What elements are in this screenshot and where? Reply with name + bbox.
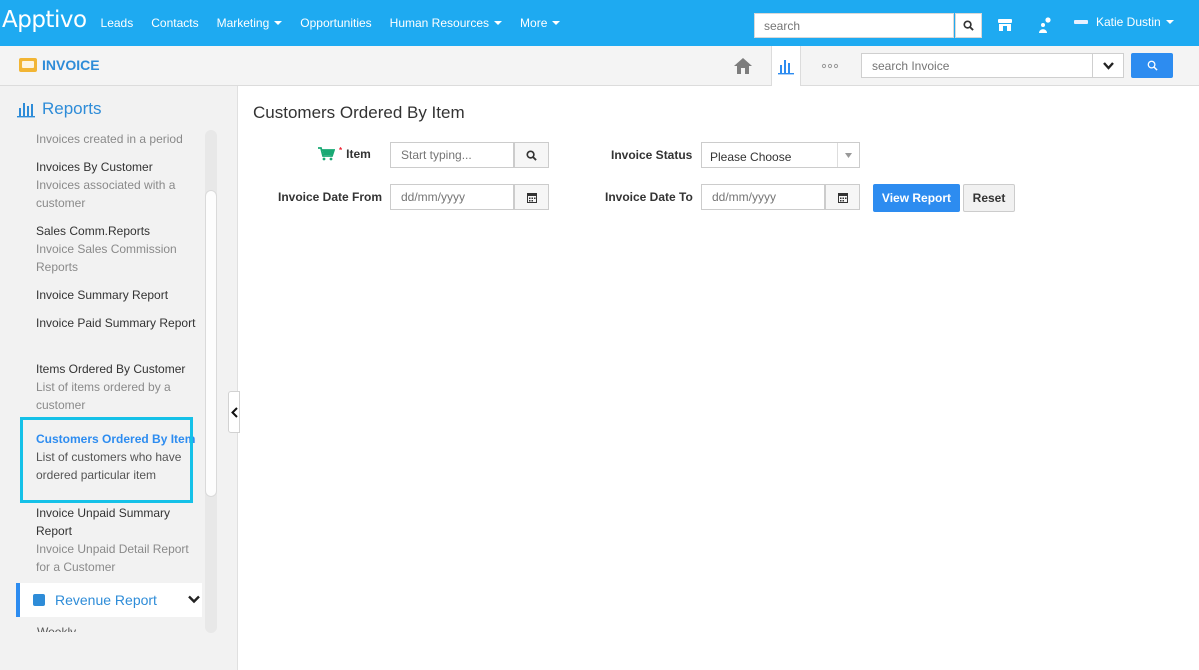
search-icon (963, 20, 974, 31)
report-item-items-ordered-by-customer[interactable]: Items Ordered By Customer List of items … (16, 360, 203, 424)
reports-heading-label: Reports (42, 99, 102, 118)
sidebar-scrollbar-thumb[interactable] (205, 190, 217, 497)
required-marker: * (339, 145, 343, 155)
revenue-report-icon (33, 594, 45, 606)
caret-down-icon (274, 21, 283, 25)
report-item-title: Items Ordered By Customer (36, 362, 186, 376)
nav-human-resources-label: Human Resources (389, 16, 490, 30)
home-icon (734, 58, 752, 74)
top-navigation-bar: Apptivo Leads Contacts Marketing Opportu… (0, 0, 1199, 46)
reports-sidebar: Reports Invoices created in a period Inv… (0, 86, 238, 670)
item-label: * Item (318, 145, 371, 161)
report-item-invoices-by-customer[interactable]: Invoices By Customer Invoices associated… (16, 158, 203, 222)
chevron-left-icon (230, 406, 238, 418)
report-item-weekly[interactable]: Weekly (37, 624, 76, 632)
report-item-title: Sales Comm.Reports (36, 224, 151, 238)
caret-down-icon (494, 21, 503, 25)
report-item-title: Invoice Paid Summary Report (36, 316, 196, 330)
calendar-icon (837, 192, 848, 203)
more-dots-icon (821, 63, 839, 69)
invoice-date-from-label: Invoice Date From (278, 190, 383, 204)
invoice-status-label: Invoice Status (611, 148, 693, 162)
search-icon (526, 149, 537, 161)
invoice-date-to-label: Invoice Date To (605, 190, 693, 204)
report-item-title: Invoice Unpaid Summary Report (36, 506, 171, 538)
report-item-sales-commission[interactable]: Sales Comm.Reports Invoice Sales Commiss… (16, 222, 203, 286)
user-name: Katie Dustin (1096, 15, 1161, 29)
home-button[interactable] (728, 51, 758, 81)
invoice-status-select[interactable]: Please Choose (701, 142, 860, 168)
nav-more[interactable]: More (520, 16, 561, 30)
nav-more-label: More (520, 16, 548, 30)
report-item-desc: Invoices created in a period (36, 132, 183, 146)
chevron-down-icon (1102, 61, 1114, 70)
search-icon (1147, 60, 1158, 71)
nav-contacts[interactable]: Contacts (151, 16, 198, 30)
nav-marketing[interactable]: Marketing (217, 16, 283, 30)
apptivo-logo[interactable]: Apptivo (0, 7, 87, 33)
caret-down-icon (1165, 20, 1174, 24)
date-to-calendar-button[interactable] (825, 184, 860, 210)
item-input[interactable] (390, 142, 514, 168)
invoice-status-value: Please Choose (710, 150, 792, 164)
global-search-input[interactable] (754, 13, 954, 38)
invoice-date-to-input[interactable] (701, 184, 825, 210)
report-item-desc: Invoice Unpaid Detail Report for a Custo… (36, 542, 189, 574)
report-list: Invoices created in a period Invoices By… (16, 130, 203, 576)
item-search-button[interactable] (514, 142, 549, 168)
report-item-invoice-summary[interactable]: Invoice Summary Report (16, 286, 203, 314)
store-icon[interactable] (994, 14, 1016, 36)
selected-report-highlight (20, 417, 193, 503)
select-arrow-icon (837, 143, 859, 167)
nav-marketing-label: Marketing (216, 16, 270, 30)
revenue-report-label: Revenue Report (55, 592, 157, 608)
report-item-invoices-period[interactable]: Invoices created in a period (16, 130, 203, 158)
report-item-invoice-paid-summary[interactable]: Invoice Paid Summary Report (16, 314, 203, 360)
users-icon[interactable] (1034, 14, 1056, 36)
caret-down-icon (552, 21, 561, 25)
collapse-sidebar-button[interactable] (228, 391, 240, 433)
report-item-title: Invoice Summary Report (36, 288, 169, 302)
bar-chart-icon (17, 102, 35, 117)
item-label-text: Item (346, 147, 371, 161)
revenue-report-section[interactable]: Revenue Report (16, 583, 202, 617)
reset-button[interactable]: Reset (963, 184, 1015, 212)
nav-leads[interactable]: Leads (101, 16, 134, 30)
report-item-title: Invoices By Customer (36, 160, 153, 174)
flag-icon (1074, 20, 1088, 24)
app-title[interactable]: INVOICE (19, 57, 100, 73)
report-item-desc: Invoice Sales Commission Reports (36, 242, 177, 274)
app-title-label: INVOICE (42, 57, 100, 73)
invoice-date-from-input[interactable] (390, 184, 514, 210)
reports-button[interactable] (771, 46, 801, 86)
nav-human-resources[interactable]: Human Resources (389, 16, 503, 30)
user-menu[interactable]: Katie Dustin (1074, 15, 1174, 29)
invoice-icon (19, 58, 37, 72)
report-item-desc: Invoices associated with a customer (36, 178, 176, 210)
chevron-down-icon (188, 595, 200, 604)
search-filter-dropdown[interactable] (1093, 53, 1124, 78)
view-report-button[interactable]: View Report (873, 184, 960, 212)
report-item-desc: List of items ordered by a customer (36, 380, 171, 412)
bar-chart-icon (778, 60, 794, 75)
more-options-button[interactable] (815, 51, 845, 81)
calendar-icon (526, 192, 537, 203)
report-item-invoice-unpaid-summary[interactable]: Invoice Unpaid Summary Report Invoice Un… (16, 504, 203, 576)
invoice-search-button[interactable] (1131, 53, 1173, 78)
date-from-calendar-button[interactable] (514, 184, 549, 210)
nav-opportunities[interactable]: Opportunities (300, 16, 371, 30)
page-title: Customers Ordered By Item (253, 103, 465, 122)
reports-heading: Reports (17, 99, 102, 119)
invoice-search-input[interactable] (861, 53, 1093, 78)
global-search-button[interactable] (955, 13, 982, 38)
cart-icon (318, 147, 335, 161)
